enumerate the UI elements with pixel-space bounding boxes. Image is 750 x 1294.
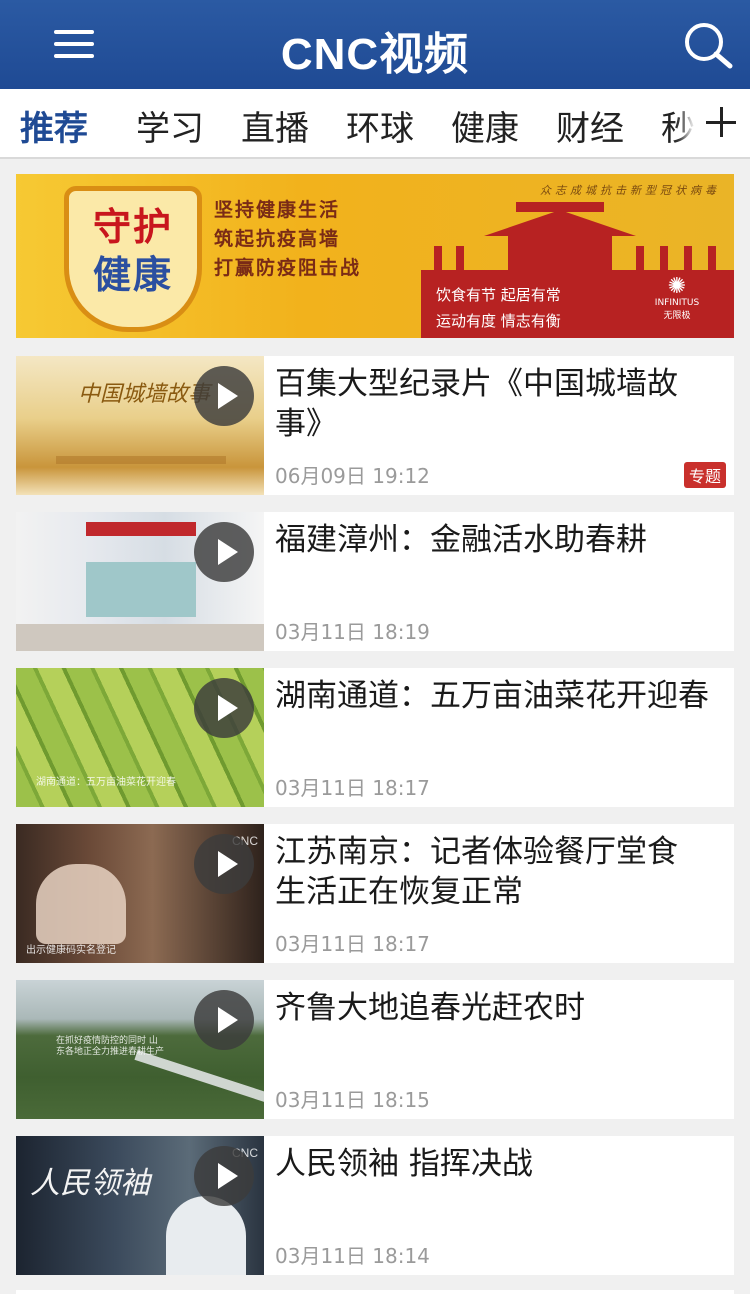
banner-slogan: 坚持健康生活 筑起抗疫高墙 打赢防疫阻击战 bbox=[214, 196, 361, 283]
play-icon[interactable] bbox=[194, 522, 254, 582]
play-icon[interactable] bbox=[194, 1146, 254, 1206]
sponsor-logo: ✺ INFINITUS 无限极 bbox=[642, 274, 712, 322]
thumb-caption: 人民领袖 bbox=[30, 1166, 150, 1201]
video-time: 03月11日 18:17 bbox=[275, 776, 430, 800]
wall-battlement bbox=[684, 246, 692, 270]
video-time: 03月11日 18:15 bbox=[275, 1088, 430, 1112]
video-title[interactable]: 齐鲁大地追春光赶农时 bbox=[275, 988, 715, 1028]
search-icon[interactable] bbox=[680, 20, 736, 70]
video-thumbnail[interactable]: CNC 出示健康码实名登记 bbox=[16, 824, 264, 963]
play-icon[interactable] bbox=[194, 366, 254, 426]
play-icon[interactable] bbox=[194, 834, 254, 894]
video-time: 06月09日 19:12 bbox=[275, 464, 430, 488]
thumb-caption: 在抓好疫情防控的同时 山东各地正全力推进春耕生产 bbox=[56, 1036, 165, 1057]
tab-more-partial[interactable]: 秒 bbox=[661, 101, 695, 150]
banner-tagline: 众志成城抗击新型冠状病毒 bbox=[540, 184, 720, 197]
play-icon[interactable] bbox=[194, 678, 254, 738]
thumb-caption: 出示健康码实名登记 bbox=[26, 945, 116, 956]
video-title[interactable]: 湖南通道：五万亩油菜花开迎春 bbox=[275, 676, 715, 716]
wall-text: 饮食有节 起居有常 运动有度 情志有衡 bbox=[436, 282, 561, 334]
gate-tower-roof bbox=[484, 210, 636, 236]
thumb-caption: 湖南通道：五万亩油菜花开迎春 bbox=[36, 777, 176, 788]
video-time: 03月11日 18:14 bbox=[275, 1244, 430, 1268]
video-thumbnail[interactable]: 在抓好疫情防控的同时 山东各地正全力推进春耕生产 bbox=[16, 980, 264, 1119]
tab-recommend[interactable]: 推荐 bbox=[20, 101, 88, 150]
wall-text-line: 运动有度 情志有衡 bbox=[436, 312, 561, 330]
tab-global[interactable]: 环球 bbox=[346, 101, 414, 150]
video-time: 03月11日 18:17 bbox=[275, 932, 430, 956]
video-card[interactable]: 福建漳州：金融活水助春耕 03月11日 18:19 bbox=[16, 512, 734, 651]
top-header: CNC视频 bbox=[0, 0, 750, 89]
wall-battlement bbox=[708, 246, 716, 270]
video-card[interactable]: 湖南通道：五万亩油菜花开迎春 湖南通道：五万亩油菜花开迎春 03月11日 18:… bbox=[16, 668, 734, 807]
shield-emblem: 守护 健康 bbox=[64, 186, 202, 332]
tab-health[interactable]: 健康 bbox=[451, 101, 519, 150]
wall-battlement bbox=[660, 246, 668, 270]
thumb-caption: 中国城墙故事 bbox=[78, 382, 211, 407]
thumb-decor bbox=[134, 1050, 264, 1119]
thumb-decor bbox=[86, 522, 196, 536]
thumb-decor bbox=[166, 1196, 246, 1275]
play-icon[interactable] bbox=[194, 990, 254, 1050]
ad-banner[interactable]: 众志成城抗击新型冠状病毒 守护 健康 坚持健康生活 筑起抗疫高墙 打赢防疫阻击战… bbox=[16, 174, 734, 338]
video-thumbnail[interactable]: 人民领袖 CNC bbox=[16, 1136, 264, 1275]
add-channel-icon[interactable] bbox=[698, 89, 750, 157]
video-title[interactable]: 江苏南京：记者体验餐厅堂食 生活正在恢复正常 bbox=[275, 832, 715, 912]
video-title[interactable]: 福建漳州：金融活水助春耕 bbox=[275, 520, 715, 560]
sponsor-name-en: INFINITUS bbox=[654, 298, 700, 308]
video-thumbnail[interactable]: 中国城墙故事 bbox=[16, 356, 264, 495]
shield-title-1: 守护 bbox=[92, 205, 173, 249]
wall-battlement bbox=[636, 246, 644, 270]
slogan-line: 坚持健康生活 bbox=[214, 199, 341, 221]
video-thumbnail[interactable] bbox=[16, 512, 264, 651]
topic-badge: 专题 bbox=[683, 462, 726, 488]
video-thumbnail[interactable]: 湖南通道：五万亩油菜花开迎春 bbox=[16, 668, 264, 807]
category-tabs: 推荐 学习 直播 环球 健康 财经 秒 bbox=[0, 89, 750, 159]
wall-battlement bbox=[434, 246, 442, 270]
video-card[interactable]: 中国城墙故事 百集大型纪录片《中国城墙故事》 06月09日 19:12 专题 bbox=[16, 356, 734, 495]
video-card[interactable]: 人民领袖 CNC 人民领袖 指挥决战 03月11日 18:14 bbox=[16, 1136, 734, 1275]
wall-battlement bbox=[456, 246, 464, 270]
video-card[interactable]: 在抓好疫情防控的同时 山东各地正全力推进春耕生产 齐鲁大地追春光赶农时 03月1… bbox=[16, 980, 734, 1119]
tab-study[interactable]: 学习 bbox=[136, 101, 204, 150]
shield-title-2: 健康 bbox=[92, 253, 173, 297]
tab-live[interactable]: 直播 bbox=[241, 101, 309, 150]
video-title[interactable]: 人民领袖 指挥决战 bbox=[275, 1144, 715, 1184]
tab-finance[interactable]: 财经 bbox=[556, 101, 624, 150]
app-logo: CNC视频 bbox=[280, 30, 470, 79]
next-card-edge bbox=[16, 1290, 734, 1294]
sponsor-name-cn: 无限极 bbox=[663, 311, 691, 321]
video-title[interactable]: 百集大型纪录片《中国城墙故事》 bbox=[275, 364, 715, 444]
video-card[interactable]: CNC 出示健康码实名登记 江苏南京：记者体验餐厅堂食 生活正在恢复正常 03月… bbox=[16, 824, 734, 963]
thumb-decor bbox=[36, 864, 126, 944]
wall-text-line: 饮食有节 起居有常 bbox=[436, 286, 561, 304]
slogan-line: 打赢防疫阻击战 bbox=[214, 257, 362, 279]
thumb-decor bbox=[56, 456, 226, 464]
video-time: 03月11日 18:19 bbox=[275, 620, 430, 644]
slogan-line: 筑起抗疫高墙 bbox=[214, 228, 341, 250]
thumb-decor bbox=[16, 624, 264, 651]
sponsor-mark-icon: ✺ bbox=[667, 274, 687, 299]
thumb-decor bbox=[86, 562, 196, 617]
